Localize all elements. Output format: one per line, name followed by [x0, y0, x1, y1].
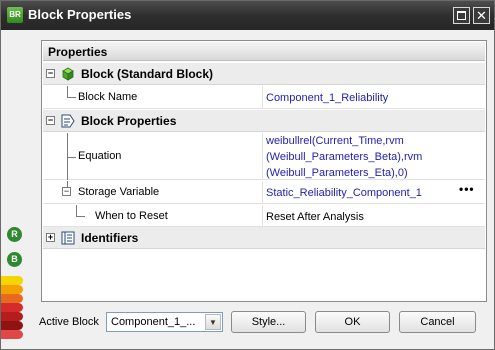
category-label: Block (Standard Block) — [81, 67, 214, 81]
property-row-block-name[interactable]: Block Name Component_1_Reliability — [43, 86, 485, 109]
property-grid-header: Properties — [43, 42, 485, 61]
green-cube-icon — [60, 66, 76, 82]
equation-value[interactable]: weibullrel(Current_Time,rvm (Weibull_Par… — [266, 133, 422, 181]
collapse-toggle[interactable]: − — [46, 69, 55, 78]
tree-line — [76, 216, 85, 217]
property-name: When to Reset — [95, 210, 168, 222]
color-band — [1, 312, 23, 321]
property-name: Block Name — [78, 91, 138, 103]
category-identifiers[interactable]: + Identifiers — [43, 227, 485, 249]
ok-button[interactable]: OK — [315, 311, 390, 333]
category-block[interactable]: − Block (Standard Block) — [43, 63, 485, 85]
property-name: Equation — [78, 150, 122, 162]
cancel-button[interactable]: Cancel — [399, 311, 476, 333]
collapse-toggle[interactable]: − — [62, 187, 71, 196]
tree-line — [67, 157, 76, 158]
color-bands — [1, 276, 23, 346]
column-divider — [262, 181, 263, 203]
chevron-down-icon[interactable]: ▼ — [205, 314, 221, 330]
property-row-when-to-reset[interactable]: When to Reset Reset After Analysis — [43, 205, 485, 227]
maximize-icon — [457, 11, 466, 20]
equation-line: (Weibull_Parameters_Beta),rvm — [266, 151, 423, 163]
tree-line — [67, 86, 68, 97]
style-button[interactable]: Style... — [231, 311, 306, 333]
category-block-properties[interactable]: − Block Properties — [43, 110, 485, 132]
r-badge-icon[interactable]: R — [7, 227, 22, 242]
tree-line — [67, 97, 76, 98]
block-name-value[interactable]: Component_1_Reliability — [266, 90, 388, 106]
app-logo-icon: BR — [7, 7, 23, 23]
property-row-storage-variable[interactable]: − Storage Variable Static_Reliability_Co… — [43, 181, 485, 204]
equation-line: (Weibull_Parameters_Eta),0) — [266, 167, 408, 179]
active-block-select[interactable]: Component_1_... ▼ — [106, 312, 223, 332]
equation-line: weibullrel(Current_Time,rvm — [266, 135, 404, 147]
property-name: Storage Variable — [78, 186, 160, 198]
active-block-label: Active Block — [39, 316, 99, 328]
color-band — [1, 285, 23, 294]
category-label: Block Properties — [81, 114, 177, 128]
window-title: Block Properties — [28, 7, 132, 22]
color-band — [1, 321, 23, 330]
b-badge-icon[interactable]: B — [7, 252, 22, 267]
side-strip: R B — [1, 30, 30, 349]
color-band — [1, 276, 23, 285]
column-divider — [262, 133, 263, 179]
identifiers-icon — [60, 230, 76, 246]
storage-variable-value[interactable]: Static_Reliability_Component_1 — [266, 185, 422, 201]
title-bar[interactable]: BR Block Properties ✕ — [1, 1, 494, 30]
category-label: Identifiers — [81, 231, 139, 245]
color-band — [1, 294, 23, 303]
column-divider — [262, 205, 263, 226]
color-band — [1, 303, 23, 312]
tree-line — [76, 205, 77, 216]
property-row-equation[interactable]: Equation weibullrel(Current_Time,rvm (We… — [43, 133, 485, 180]
when-to-reset-value[interactable]: Reset After Analysis — [266, 209, 364, 225]
block-properties-window: BR Block Properties ✕ R B Properties − B… — [0, 0, 495, 350]
browse-ellipsis-button[interactable]: ••• — [459, 183, 475, 195]
close-icon: ✕ — [476, 8, 487, 23]
expand-toggle[interactable]: + — [46, 233, 55, 242]
column-divider — [262, 86, 263, 108]
property-grid: Properties − Block (Standard Block) Bloc… — [41, 40, 487, 302]
block-properties-icon — [60, 113, 76, 129]
collapse-toggle[interactable]: − — [46, 116, 55, 125]
maximize-button[interactable] — [453, 7, 470, 24]
close-button[interactable]: ✕ — [473, 7, 490, 24]
active-block-value: Component_1_... — [111, 316, 196, 328]
color-band — [1, 330, 23, 339]
